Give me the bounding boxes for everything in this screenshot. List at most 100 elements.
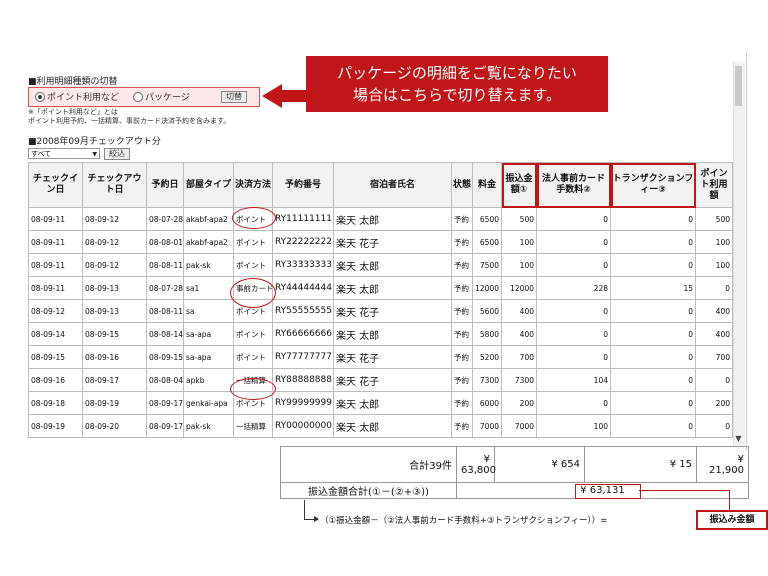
column-header: チェックアウト日 <box>82 162 147 208</box>
table-cell: 楽天 花子 <box>333 230 452 254</box>
column-header: 決済方法 <box>233 162 273 208</box>
table-cell: genkai-apa <box>183 391 234 415</box>
table-row: 08-09-12 08-09-13 08-08-11 sa ポイント RY55555555… <box>28 299 733 323</box>
table-cell: 08-08-11 <box>146 299 184 323</box>
table-cell: 400 <box>501 322 537 346</box>
table-cell: 予約 <box>451 368 473 392</box>
footnote-leader <box>304 500 305 520</box>
column-header: 予約番号 <box>272 162 334 208</box>
table-cell: 0 <box>536 391 611 415</box>
table-cell: RY44444444 <box>272 276 334 300</box>
column-header: チェックイン日 <box>28 162 83 208</box>
table-cell: RY00000000 <box>272 414 334 438</box>
table-cell: RY66666666 <box>272 322 334 346</box>
column-header: トランザクションフィー③ <box>610 162 696 208</box>
filter-select[interactable]: すべて ▼ <box>28 148 100 159</box>
radio-package[interactable] <box>133 92 143 102</box>
callout-box: パッケージの明細をご覧になりたい 場合はこちらで切り替えます。 <box>306 56 608 112</box>
table-cell: 08-09-15 <box>82 322 147 346</box>
table-cell: 6500 <box>472 207 502 231</box>
table-cell: RY99999999 <box>272 391 334 415</box>
table-cell: 100 <box>695 253 733 277</box>
table-cell: 楽天 花子 <box>333 345 452 369</box>
table-cell: 0 <box>536 299 611 323</box>
table-cell: 予約 <box>451 276 473 300</box>
table-cell: 400 <box>501 299 537 323</box>
table-cell: RY33333333 <box>272 253 334 277</box>
table-cell: 7000 <box>472 414 502 438</box>
table-cell: 6500 <box>472 230 502 254</box>
table-cell: 08-09-18 <box>28 391 83 415</box>
table-cell: 楽天 花子 <box>333 299 452 323</box>
table-cell: 0 <box>610 299 696 323</box>
payment-method-circle <box>232 207 276 229</box>
footnote-result: 振込み金額 <box>696 510 768 530</box>
table-cell: 0 <box>536 253 611 277</box>
scrollbar[interactable] <box>733 62 745 446</box>
table-cell: 5800 <box>472 322 502 346</box>
table-cell: 08-09-17 <box>82 368 147 392</box>
column-header: 法人事前カード手数料② <box>536 162 611 208</box>
reservation-table: チェックイン日 チェックアウト日 予約日 部屋タイプ 決済方法 予約番号 宿泊者氏名 状態 料金… <box>28 162 733 438</box>
table-cell: 104 <box>536 368 611 392</box>
table-cell: 08-09-12 <box>82 253 147 277</box>
table-cell: 0 <box>610 230 696 254</box>
table-cell: 100 <box>536 414 611 438</box>
summary-table: 合計39件 ¥ 63,800 ¥ 654 ¥ 15 ¥ 21,900 振込金額合… <box>280 446 749 499</box>
table-cell: 楽天 太郎 <box>333 207 452 231</box>
total-card-fee: ¥ 654 <box>494 446 585 483</box>
column-header: 宿泊者氏名 <box>333 162 452 208</box>
table-cell: 12000 <box>472 276 502 300</box>
scroll-down-icon[interactable]: ▼ <box>733 434 744 445</box>
scrollbar-thumb[interactable] <box>735 66 742 106</box>
table-cell: 08-09-12 <box>82 230 147 254</box>
filter-button[interactable]: 絞込 <box>104 148 130 160</box>
radio-package-label: パッケージ <box>145 93 190 103</box>
table-cell: RY77777777 <box>272 345 334 369</box>
table-row: 08-09-16 08-09-17 08-08-04 apkb 一括精算 RY888888… <box>28 368 733 392</box>
table-cell: 0 <box>610 253 696 277</box>
table-cell: 0 <box>610 207 696 231</box>
table-cell: 0 <box>536 230 611 254</box>
table-cell: 08-09-12 <box>28 299 83 323</box>
table-cell: 08-09-16 <box>82 345 147 369</box>
table-cell: 5200 <box>472 345 502 369</box>
radio-point[interactable] <box>35 92 45 102</box>
table-row: 08-09-14 08-09-15 08-08-14 sa-apa ポイント RY6666… <box>28 322 733 346</box>
table-cell: 楽天 太郎 <box>333 391 452 415</box>
table-cell: 予約 <box>451 207 473 231</box>
table-cell: 0 <box>536 322 611 346</box>
table-cell: 100 <box>501 253 537 277</box>
table-cell: 予約 <box>451 414 473 438</box>
table-cell: 08-07-28 <box>146 276 184 300</box>
table-cell: 予約 <box>451 299 473 323</box>
table-cell: 08-09-20 <box>82 414 147 438</box>
table-cell: 08-09-11 <box>28 207 83 231</box>
net-total-label: 振込金額合計(①－(②+③)) <box>280 482 457 499</box>
switch-button[interactable]: 切替 <box>221 91 247 103</box>
table-cell: 08-08-11 <box>146 253 184 277</box>
table-cell: 予約 <box>451 253 473 277</box>
table-cell: RY11111111 <box>272 207 334 231</box>
switch-note-2: ポイント利用予約、一括精算、事前カード決済予約を含みます。 <box>28 117 231 125</box>
table-cell: 12000 <box>501 276 537 300</box>
table-row: 08-09-11 08-09-13 08-07-28 sa1 事前カード RY444444… <box>28 276 733 300</box>
table-cell: 400 <box>695 322 733 346</box>
table-cell: 楽天 太郎 <box>333 253 452 277</box>
table-cell: pak-sk <box>183 414 234 438</box>
table-cell: 予約 <box>451 391 473 415</box>
table-cell: 0 <box>695 368 733 392</box>
table-cell: 500 <box>695 207 733 231</box>
table-cell: akabf-apa2 <box>183 207 234 231</box>
total-transfer: ¥ 63,800 <box>456 446 496 483</box>
table-cell: 100 <box>695 230 733 254</box>
table-cell: 08-09-12 <box>82 207 147 231</box>
table-cell: 08-08-04 <box>146 368 184 392</box>
callout-arrow <box>262 84 282 108</box>
table-cell: 08-09-11 <box>28 276 83 300</box>
table-cell: 一括精算 <box>233 414 273 438</box>
table-cell: ポイント <box>233 322 273 346</box>
table-row: 08-09-19 08-09-20 08-09-17 pak-sk 一括精算 RY0000… <box>28 414 733 438</box>
table-cell: 予約 <box>451 230 473 254</box>
column-header: 部屋タイプ <box>183 162 234 208</box>
